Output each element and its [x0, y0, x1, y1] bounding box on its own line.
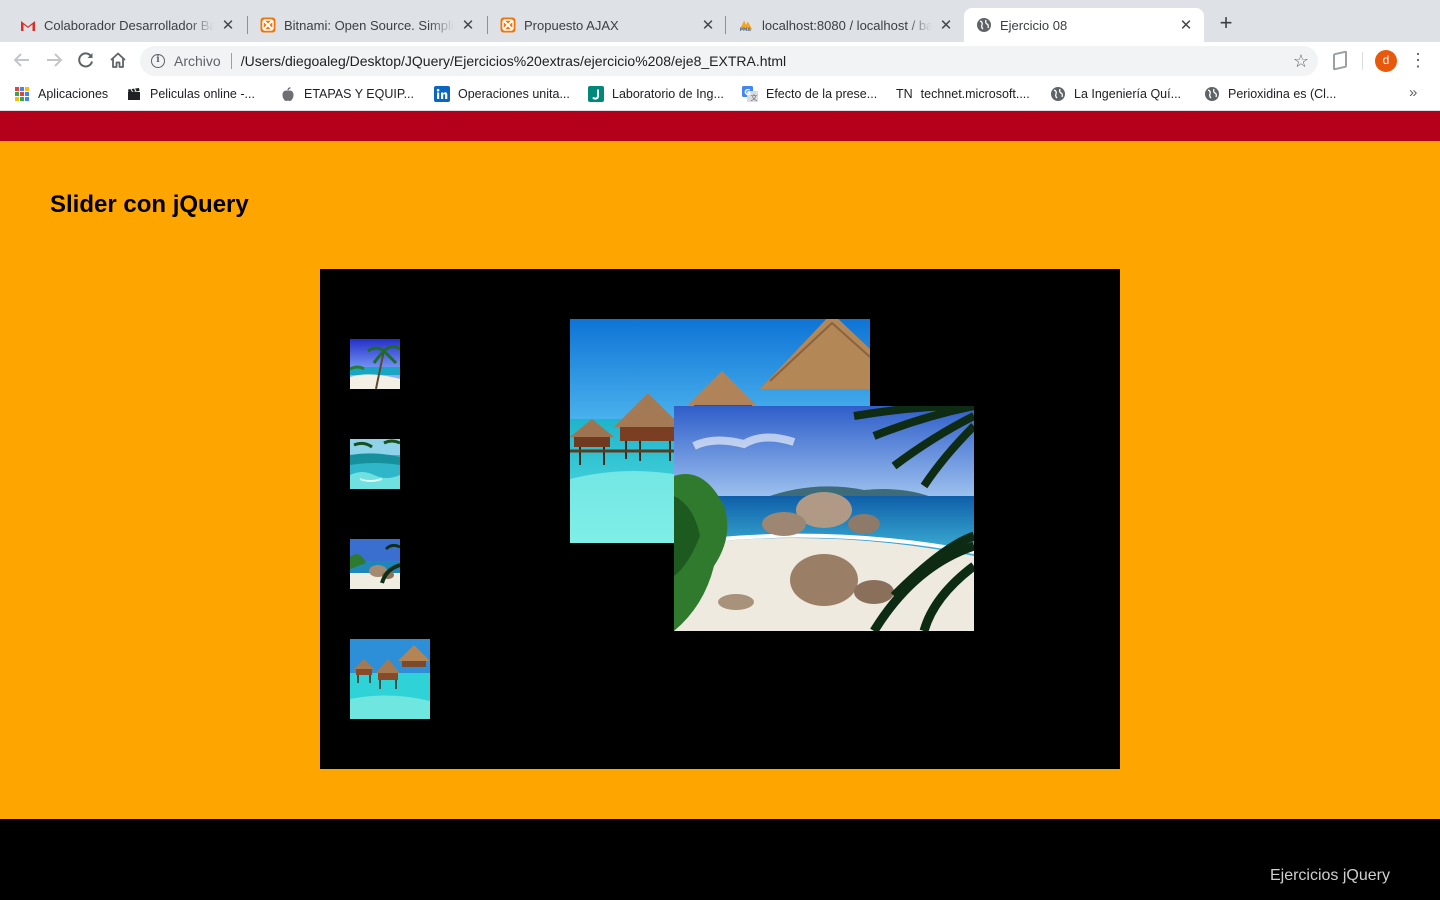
rock-beach-image — [674, 406, 974, 631]
clapperboard-icon — [126, 86, 142, 102]
chevron-double-right-icon[interactable]: » — [1409, 84, 1417, 101]
bookmarks-bar: Aplicaciones Peliculas online -... ETAPA… — [0, 79, 1440, 111]
lagoon-image — [350, 439, 400, 489]
close-icon[interactable]: ✕ — [460, 16, 476, 34]
back-button[interactable] — [10, 49, 34, 71]
rock-beach-image — [350, 539, 400, 589]
main-image-rock-beach — [674, 406, 974, 631]
tab-title: localhost:8080 / localhost / base — [762, 17, 932, 33]
page-title: Slider con jQuery — [50, 191, 249, 218]
scheme-label: Archivo — [174, 53, 221, 69]
tab-phpmyadmin[interactable]: PMA localhost:8080 / localhost / base ✕ — [726, 8, 964, 42]
globe-icon — [1204, 86, 1220, 102]
tab-propuesto-ajax[interactable]: Propuesto AJAX ✕ — [488, 8, 726, 42]
globe-icon — [976, 17, 992, 33]
tab-bitnami[interactable]: Bitnami: Open Source. Simplified ✕ — [248, 8, 486, 42]
tab-strip: Colaborador Desarrollador Back ✕ Bitnami… — [0, 0, 1440, 42]
bookmark-apps[interactable]: Aplicaciones — [14, 85, 108, 103]
profile-avatar[interactable]: d — [1375, 50, 1397, 72]
thumbnail-rock-beach[interactable] — [350, 539, 400, 589]
bookmark-operaciones[interactable]: Operaciones unita... — [434, 85, 570, 103]
google-translate-icon: G文 — [742, 86, 758, 102]
bookmark-label: Laboratorio de Ing... — [612, 87, 724, 101]
bookmark-technet[interactable]: TN technet.microsoft.... — [896, 85, 1030, 103]
overwater-bungalows-image — [350, 639, 430, 719]
bookmark-etapas[interactable]: ETAPAS Y EQUIP... — [280, 85, 414, 103]
bookmark-label: ETAPAS Y EQUIP... — [304, 87, 415, 101]
home-button[interactable] — [106, 49, 130, 71]
tab-title: Colaborador Desarrollador Back — [44, 17, 214, 33]
bookmark-label: Efecto de la prese... — [766, 87, 878, 101]
close-icon[interactable]: ✕ — [700, 16, 716, 34]
bookmark-peliculas[interactable]: Peliculas online -... — [126, 85, 255, 103]
bookmark-star-icon[interactable]: ☆ — [1293, 51, 1309, 72]
bookmark-efecto[interactable]: G文 Efecto de la prese... — [742, 85, 877, 103]
url-text[interactable]: /Users/diegoaleg/Desktop/JQuery/Ejercici… — [241, 53, 1293, 69]
tn-text-icon: TN — [896, 87, 913, 101]
tab-title: Ejercicio 08 — [1000, 17, 1068, 33]
bitnami-icon — [260, 17, 276, 33]
j-icon — [588, 86, 604, 102]
tab-gmail[interactable]: Colaborador Desarrollador Back ✕ — [8, 8, 246, 42]
tab-ejercicio-08[interactable]: Ejercicio 08 ✕ — [964, 8, 1204, 42]
menu-icon[interactable]: ⋮ — [1409, 49, 1427, 71]
address-bar[interactable]: i Archivo /Users/diegoaleg/Desktop/JQuer… — [140, 46, 1318, 76]
info-icon[interactable]: i — [151, 54, 165, 68]
bookmark-label: Aplicaciones — [38, 87, 109, 101]
reload-icon — [78, 52, 93, 68]
linkedin-icon — [434, 86, 450, 102]
footer: Ejercicios jQuery — [0, 819, 1440, 900]
home-icon — [110, 52, 126, 68]
forward-button[interactable] — [42, 49, 66, 71]
bookmark-label: Operaciones unita... — [458, 87, 570, 101]
thumbnail-palm-beach[interactable] — [350, 339, 400, 389]
tab-title: Propuesto AJAX — [524, 17, 619, 33]
bookmark-label: Perioxidina es (Cl... — [1228, 87, 1337, 101]
footer-text: Ejercicios jQuery — [1269, 867, 1390, 884]
bookmark-label: La Ingeniería Quí... — [1074, 87, 1182, 101]
gmail-icon — [20, 17, 36, 33]
main-area: Slider con jQuery — [0, 141, 1440, 819]
bookmark-label: Peliculas online -... — [150, 87, 255, 101]
palm-beach-image — [350, 339, 400, 389]
svg-text:文: 文 — [751, 93, 758, 102]
bookmark-laboratorio[interactable]: Laboratorio de Ing... — [588, 85, 724, 103]
omnibox-divider — [230, 53, 232, 69]
globe-icon — [1050, 86, 1066, 102]
phpmyadmin-icon: PMA — [738, 17, 754, 33]
extension-icon[interactable] — [1333, 50, 1347, 71]
new-tab-button[interactable]: + — [1214, 12, 1238, 36]
page-content: Slider con jQuery Ejercicios jQuery — [0, 111, 1440, 900]
bookmark-perioxidina[interactable]: Perioxidina es (Cl... — [1204, 85, 1336, 103]
thumbnail-lagoon[interactable] — [350, 439, 400, 489]
reload-button[interactable] — [74, 49, 98, 71]
browser-toolbar: i Archivo /Users/diegoaleg/Desktop/JQuer… — [0, 42, 1440, 79]
thumbnail-overwater-bungalows[interactable] — [350, 639, 430, 719]
close-icon[interactable]: ✕ — [1178, 16, 1194, 34]
apple-icon — [280, 86, 296, 102]
header-bar — [0, 111, 1440, 141]
toolbar-separator — [1362, 52, 1363, 70]
arrow-right-icon — [47, 53, 63, 67]
close-icon[interactable]: ✕ — [220, 16, 236, 34]
arrow-left-icon — [13, 53, 29, 67]
apps-grid-icon — [14, 86, 30, 102]
bookmark-ingenieria[interactable]: La Ingeniería Quí... — [1050, 85, 1181, 103]
svg-text:PMA: PMA — [740, 27, 752, 32]
close-icon[interactable]: ✕ — [938, 16, 954, 34]
bookmark-label: technet.microsoft.... — [920, 87, 1030, 101]
bitnami-icon — [500, 17, 516, 33]
tab-title: Bitnami: Open Source. Simplified — [284, 17, 454, 33]
image-slider — [320, 269, 1120, 769]
